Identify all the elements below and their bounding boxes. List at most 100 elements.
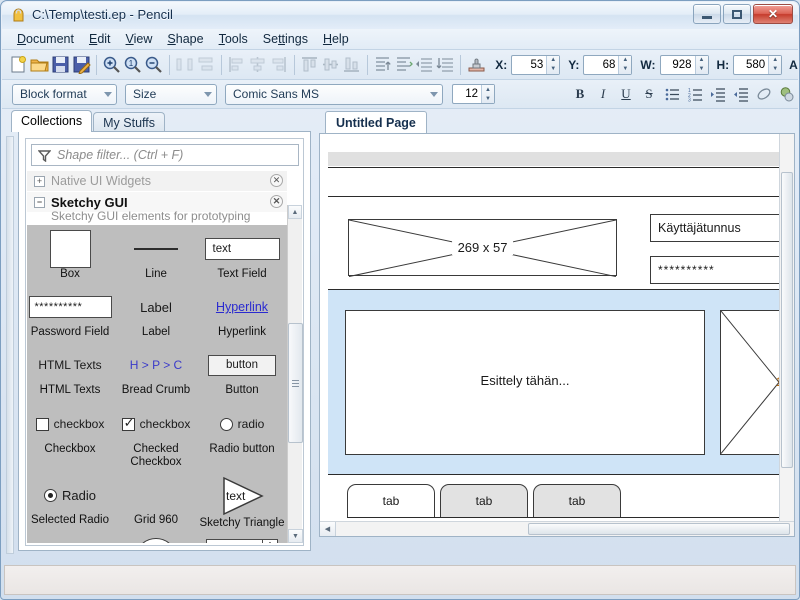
align-top-icon[interactable] bbox=[300, 53, 320, 77]
h-spin-up[interactable]: ▲ bbox=[769, 56, 781, 65]
shape-item-password-field[interactable]: ********** Password Field bbox=[27, 287, 113, 345]
underline-icon[interactable]: U bbox=[615, 83, 637, 105]
close-icon[interactable]: ✕ bbox=[270, 195, 283, 208]
wireframe-tab-1[interactable]: tab bbox=[347, 484, 435, 517]
page-tab-untitled[interactable]: Untitled Page bbox=[325, 111, 427, 134]
font-size-spinner[interactable]: ▲▼ bbox=[452, 84, 495, 104]
y-spin-down[interactable]: ▼ bbox=[619, 65, 631, 74]
shape-item-selected-radio[interactable]: Radio Selected Radio bbox=[27, 475, 113, 536]
shape-item-bread-crumb[interactable]: H > P > C Bread Crumb bbox=[113, 345, 199, 403]
expander-icon[interactable]: + bbox=[34, 175, 45, 187]
bullet-list-icon[interactable] bbox=[661, 83, 683, 105]
strikethrough-icon[interactable]: S bbox=[638, 83, 660, 105]
distribute-horizontal-icon[interactable] bbox=[175, 53, 195, 77]
outdent-icon[interactable] bbox=[730, 83, 752, 105]
palette-scroll-down-button[interactable]: ▼ bbox=[288, 529, 303, 543]
menu-view[interactable]: View bbox=[119, 30, 160, 48]
minimize-button[interactable] bbox=[693, 4, 721, 24]
y-spinner[interactable]: ▲▼ bbox=[583, 54, 633, 75]
shape-item-combobox[interactable]: text ▼ ComboBox bbox=[27, 536, 113, 543]
font-family-select[interactable]: Comic Sans MS bbox=[225, 83, 443, 105]
canvas-vscroll-thumb[interactable] bbox=[781, 172, 793, 468]
shape-item-menu-list[interactable]: MenuItem MenuItem ⌃ ≡ ⌄ bbox=[199, 536, 285, 543]
font-size-spin-down[interactable]: ▼ bbox=[482, 94, 494, 103]
palette-scrollbar[interactable]: ▲ ▼ bbox=[287, 205, 303, 543]
shape-item-sketchy-circle[interactable]: text Sketchy Circle bbox=[113, 536, 199, 543]
zoom-actual-icon[interactable]: 1 bbox=[123, 53, 143, 77]
shape-item-hyperlink[interactable]: Hyperlink Hyperlink bbox=[199, 287, 285, 345]
shape-item-box[interactable]: Box bbox=[27, 229, 113, 287]
size-select[interactable]: Size bbox=[125, 83, 217, 105]
italic-icon[interactable]: I bbox=[592, 83, 614, 105]
align-center-icon[interactable] bbox=[248, 53, 268, 77]
menu-edit[interactable]: Edit bbox=[82, 30, 118, 48]
shape-item-label[interactable]: Label Label bbox=[113, 287, 199, 345]
h-spin-arrows[interactable]: ▲ ▼ bbox=[768, 55, 782, 74]
palette-scroll-up-button[interactable]: ▲ bbox=[288, 205, 302, 219]
x-spin-down[interactable]: ▼ bbox=[547, 65, 559, 74]
tab-my-stuffs[interactable]: My Stuffs bbox=[93, 112, 166, 133]
canvas-hscroll-thumb[interactable] bbox=[528, 522, 790, 535]
new-document-icon[interactable] bbox=[8, 53, 28, 77]
group-native-ui-widgets[interactable]: + Native UI Widgets ✕ bbox=[27, 171, 287, 191]
menu-settings[interactable]: Settings bbox=[256, 30, 315, 48]
palette-scroll-thumb[interactable] bbox=[288, 323, 303, 443]
canvas-vertical-scrollbar[interactable] bbox=[779, 134, 794, 523]
zoom-out-icon[interactable] bbox=[144, 53, 164, 77]
bold-icon[interactable]: B bbox=[569, 83, 591, 105]
canvas-scroll-left-button[interactable]: ◀ bbox=[320, 521, 336, 536]
indent-icon[interactable] bbox=[707, 83, 729, 105]
shape-item-text-field[interactable]: text Text Field bbox=[199, 229, 285, 287]
w-spinner[interactable]: ▲▼ bbox=[659, 54, 709, 75]
font-size-spin-up[interactable]: ▲ bbox=[482, 85, 494, 94]
numbered-list-icon[interactable]: 123 bbox=[684, 83, 706, 105]
x-spin-up[interactable]: ▲ bbox=[547, 56, 559, 65]
shape-item-grid-960[interactable]: Grid 960 bbox=[113, 475, 199, 536]
block-format-select[interactable]: Block format bbox=[12, 83, 117, 105]
shape-item-checked-checkbox[interactable]: checkbox Checked Checkbox bbox=[113, 404, 199, 475]
close-button[interactable]: ✕ bbox=[753, 4, 793, 24]
y-spin-up[interactable]: ▲ bbox=[619, 56, 631, 65]
shape-item-radio-button[interactable]: radio Radio button bbox=[199, 404, 285, 475]
menu-tools[interactable]: Tools bbox=[212, 30, 255, 48]
w-spin-down[interactable]: ▼ bbox=[696, 65, 708, 74]
drawing-canvas[interactable]: 269 x 57 Käyttäjätunnus ********** Esitt… bbox=[320, 134, 780, 522]
align-left-icon[interactable] bbox=[227, 53, 247, 77]
username-field[interactable]: Käyttäjätunnus bbox=[650, 214, 780, 242]
menu-help[interactable]: Help bbox=[316, 30, 356, 48]
save-icon[interactable] bbox=[50, 53, 70, 77]
maximize-button[interactable] bbox=[723, 4, 751, 24]
distribute-vertical-icon[interactable] bbox=[196, 53, 216, 77]
y-input[interactable] bbox=[584, 55, 619, 74]
shape-item-line[interactable]: Line bbox=[113, 229, 199, 287]
side-image-placeholder[interactable]: 1 bbox=[720, 310, 780, 455]
password-field[interactable]: ********** bbox=[650, 256, 780, 284]
shape-item-button[interactable]: button Button bbox=[199, 345, 285, 403]
align-right-icon[interactable] bbox=[269, 53, 289, 77]
x-spin-arrows[interactable]: ▲ ▼ bbox=[546, 55, 560, 74]
close-icon[interactable]: ✕ bbox=[270, 174, 283, 187]
shape-item-sketchy-triangle[interactable]: text Sketchy Triangle bbox=[199, 475, 285, 536]
tab-collections[interactable]: Collections bbox=[11, 110, 93, 132]
send-to-back-icon[interactable] bbox=[393, 53, 413, 77]
x-spinner[interactable]: ▲▼ bbox=[511, 54, 561, 75]
logo-image-placeholder[interactable]: 269 x 57 bbox=[348, 219, 617, 276]
shape-item-checkbox[interactable]: checkbox Checkbox bbox=[27, 404, 113, 475]
zoom-in-icon[interactable] bbox=[102, 53, 122, 77]
h-input[interactable] bbox=[734, 55, 769, 74]
wireframe-tab-3[interactable]: tab bbox=[533, 484, 621, 517]
open-folder-icon[interactable] bbox=[29, 53, 49, 77]
eraser-icon[interactable] bbox=[753, 83, 775, 105]
font-size-spin-arrows[interactable]: ▲ ▼ bbox=[481, 85, 494, 103]
menu-document[interactable]: Document bbox=[10, 30, 81, 48]
font-size-input[interactable] bbox=[453, 85, 481, 103]
align-middle-icon[interactable] bbox=[321, 53, 341, 77]
stamp-icon[interactable] bbox=[466, 53, 486, 77]
w-input[interactable] bbox=[660, 55, 695, 74]
bring-forward-icon[interactable] bbox=[414, 53, 434, 77]
bring-to-front-icon[interactable] bbox=[372, 53, 392, 77]
w-spin-arrows[interactable]: ▲ ▼ bbox=[694, 55, 708, 74]
save-as-icon[interactable] bbox=[71, 53, 91, 77]
h-spin-down[interactable]: ▼ bbox=[769, 65, 781, 74]
shape-item-html-texts[interactable]: HTML Texts HTML Texts bbox=[27, 345, 113, 403]
